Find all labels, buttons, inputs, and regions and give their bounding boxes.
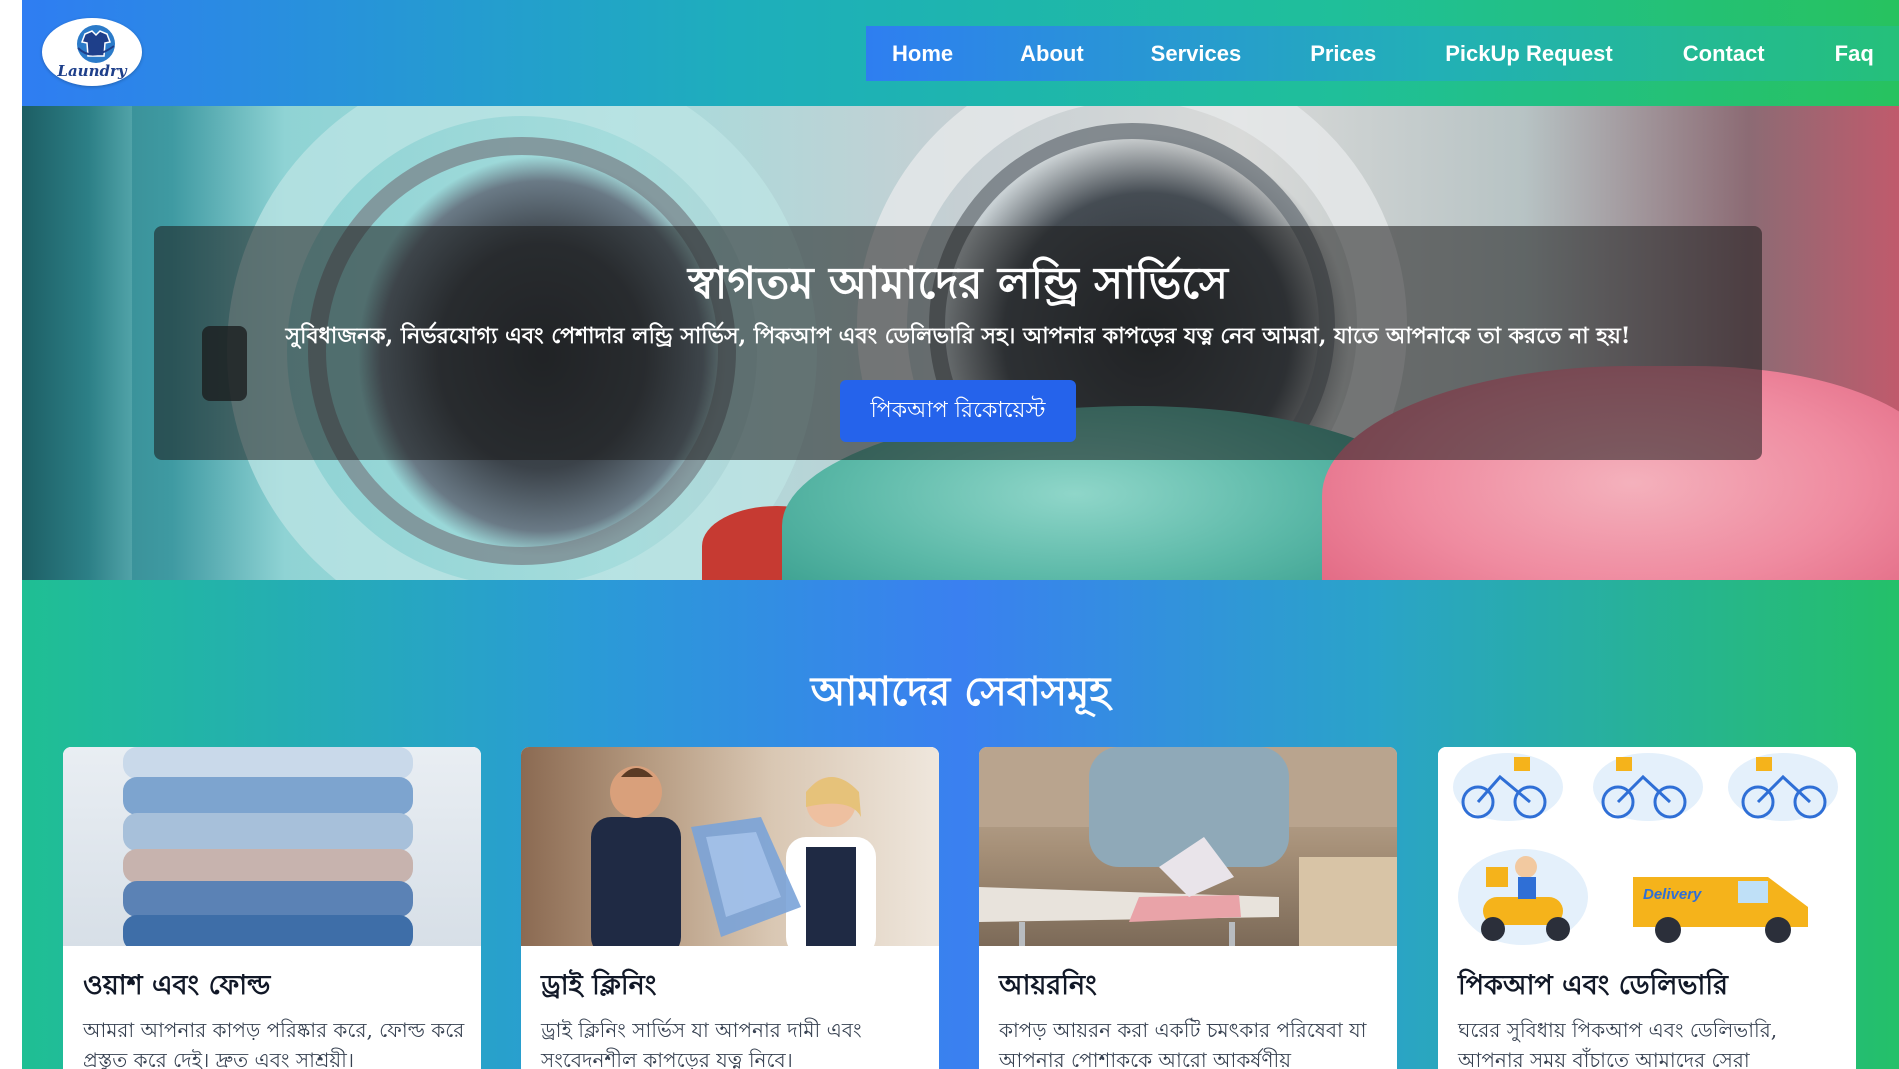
nav-faq[interactable]: Faq xyxy=(1790,41,1899,67)
delivery-illustration: Delivery xyxy=(1438,747,1856,946)
nav-about[interactable]: About xyxy=(978,41,1109,67)
dry-cleaning-image xyxy=(521,747,939,946)
stack-layer xyxy=(123,881,413,917)
site-header: Laundry Home About Services Prices PickU… xyxy=(22,0,1899,106)
hero-title: স্বাগতম আমাদের লন্ড্রি সার্ভিসে xyxy=(687,258,1229,309)
page: Laundry Home About Services Prices PickU… xyxy=(22,0,1899,1069)
stack-layer xyxy=(123,777,413,815)
card-title: আয়রনিং xyxy=(999,970,1097,1001)
card-description: কাপড় আয়রন করা একটি চমৎকার পরিষেবা যা আ… xyxy=(999,1018,1367,1069)
service-card-dry-cleaning[interactable]: ড্রাই ক্লিনিং ড্রাই ক্লিনিং সার্ভিস যা আ… xyxy=(521,747,939,1069)
stack-layer xyxy=(123,813,413,851)
hero-section: স্বাগতম আমাদের লন্ড্রি সার্ভিসে সুবিধাজন… xyxy=(22,106,1899,580)
card-description: ড্রাই ক্লিনিং সার্ভিস যা আপনার দামী এবং … xyxy=(541,1018,862,1069)
ironing-image xyxy=(979,747,1397,946)
card-title: পিকআপ এবং ডেলিভারি xyxy=(1458,970,1728,1001)
nav-services[interactable]: Services xyxy=(1109,41,1267,67)
card-description: আমরা আপনার কাপড় পরিষ্কার করে, ফোল্ড করে… xyxy=(83,1018,465,1069)
nav-prices[interactable]: Prices xyxy=(1266,41,1401,67)
nav-contact[interactable]: Contact xyxy=(1638,41,1790,67)
card-title: ড্রাই ক্লিনিং xyxy=(541,970,657,1001)
hero-overlay-box: স্বাগতম আমাদের লন্ড্রি সার্ভিসে সুবিধাজন… xyxy=(154,226,1762,460)
services-section: আমাদের সেবাসমূহ ওয়াশ এবং ফোল্ড আমরা আপন… xyxy=(22,580,1899,1069)
nav-home[interactable]: Home xyxy=(866,41,978,67)
ironing-illustration xyxy=(979,747,1397,946)
dry-cleaning-illustration xyxy=(591,766,876,946)
services-title: আমাদের সেবাসমূহ xyxy=(810,668,1111,715)
service-card-ironing[interactable]: আয়রনিং কাপড় আয়রন করা একটি চমৎকার পরিষ… xyxy=(979,747,1397,1069)
stack-layer xyxy=(123,849,413,883)
nav-pickup-request[interactable]: PickUp Request xyxy=(1401,41,1638,67)
logo[interactable]: Laundry xyxy=(42,18,142,86)
delivery-bikes-illustration: Delivery xyxy=(1453,753,1838,945)
main-nav: Home About Services Prices PickUp Reques… xyxy=(866,26,1899,81)
card-title: ওয়াশ এবং ফোল্ড xyxy=(83,970,271,1001)
folded-clothes-image xyxy=(63,747,481,946)
hero-subtitle: সুবিধাজনক, নির্ভরযোগ্য এবং পেশাদার লন্ড্… xyxy=(285,323,1631,349)
service-card-wash-fold[interactable]: ওয়াশ এবং ফোল্ড আমরা আপনার কাপড় পরিষ্কা… xyxy=(63,747,481,1069)
pickup-request-button[interactable]: পিকআপ রিকোয়েস্ট xyxy=(840,380,1076,442)
service-card-pickup-delivery[interactable]: Delivery পিকআপ এবং ডেলিভারি ঘরের সুবিধায… xyxy=(1438,747,1856,1069)
stack-layer xyxy=(123,915,413,946)
logo-text: Laundry xyxy=(57,62,127,80)
stack-layer xyxy=(123,747,413,779)
van-label: Delivery xyxy=(1643,886,1702,903)
card-description: ঘরের সুবিধায় পিকআপ এবং ডেলিভারি, আপনার … xyxy=(1458,1018,1778,1069)
